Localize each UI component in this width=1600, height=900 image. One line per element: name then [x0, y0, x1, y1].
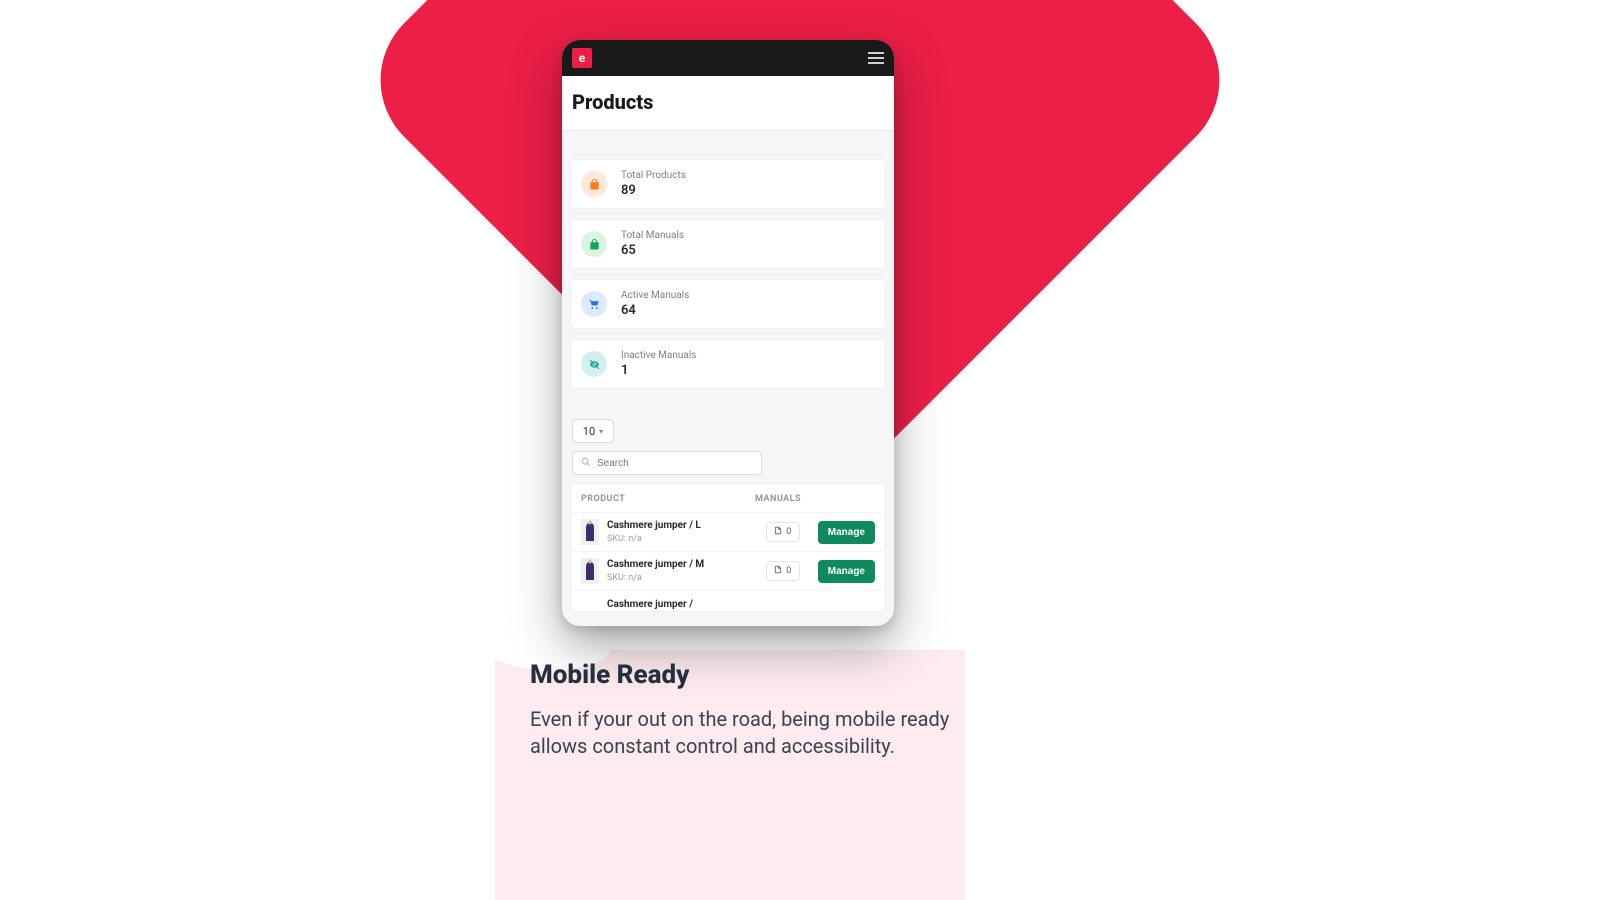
page-header: Products [562, 76, 894, 131]
table-row: Cashmere jumper / M SKU: n/a 0 Manage [571, 551, 885, 590]
cart-icon [581, 291, 607, 317]
stat-inactive-manuals: Inactive Manuals 1 [570, 339, 886, 389]
chevron-down-icon: ▾ [599, 427, 603, 436]
manual-count-badge: 0 [766, 522, 800, 542]
bag-icon [581, 231, 607, 257]
stat-label: Total Manuals [621, 230, 684, 241]
stat-label: Active Manuals [621, 290, 689, 301]
app-logo[interactable]: e [572, 48, 592, 68]
manual-count-badge: 0 [766, 561, 800, 581]
eye-off-icon [581, 351, 607, 377]
product-thumbnail [581, 558, 599, 584]
hamburger-menu-icon[interactable] [868, 52, 884, 64]
table-header: PRODUCT MANUALS [571, 484, 885, 512]
stat-active-manuals: Active Manuals 64 [570, 279, 886, 329]
page-size-value: 10 [583, 425, 595, 438]
product-title: Cashmere jumper / [607, 599, 875, 611]
table-controls: 10 ▾ [570, 419, 886, 475]
phone-frame: e Products Total Products 89 Total Manua… [562, 40, 894, 626]
col-product: PRODUCT [581, 494, 755, 504]
product-thumbnail [581, 519, 599, 545]
product-sku: SKU: n/a [607, 534, 758, 544]
app-topbar: e [562, 40, 894, 76]
stat-total-products: Total Products 89 [570, 159, 886, 209]
marketing-title: Mobile Ready [530, 660, 960, 690]
product-title: Cashmere jumper / M [607, 559, 758, 571]
product-sku: SKU: n/a [607, 573, 758, 583]
page-title: Products [572, 90, 884, 114]
page-content: Total Products 89 Total Manuals 65 Activ… [562, 131, 894, 612]
file-icon [774, 565, 782, 577]
stat-value: 1 [621, 363, 696, 378]
stat-total-manuals: Total Manuals 65 [570, 219, 886, 269]
bag-icon [581, 171, 607, 197]
col-manuals: MANUALS [755, 494, 875, 504]
stat-value: 64 [621, 303, 689, 318]
marketing-body: Even if your out on the road, being mobi… [530, 706, 960, 760]
search-input-wrap[interactable] [572, 451, 762, 475]
search-input[interactable] [597, 458, 753, 469]
manual-count: 0 [786, 566, 791, 576]
page-size-select[interactable]: 10 ▾ [572, 419, 614, 443]
table-row: Cashmere jumper / [571, 590, 885, 611]
manage-button[interactable]: Manage [818, 521, 875, 544]
table-row: Cashmere jumper / L SKU: n/a 0 Manage [571, 512, 885, 551]
file-icon [774, 526, 782, 538]
search-icon [581, 457, 591, 470]
marketing-copy: Mobile Ready Even if your out on the roa… [530, 660, 960, 760]
product-title: Cashmere jumper / L [607, 520, 758, 532]
stat-label: Total Products [621, 170, 686, 181]
manual-count: 0 [786, 527, 791, 537]
stat-label: Inactive Manuals [621, 350, 696, 361]
stat-value: 65 [621, 243, 684, 258]
manage-button[interactable]: Manage [818, 560, 875, 583]
products-table: PRODUCT MANUALS Cashmere jumper / L SKU:… [570, 483, 886, 612]
stat-value: 89 [621, 183, 686, 198]
